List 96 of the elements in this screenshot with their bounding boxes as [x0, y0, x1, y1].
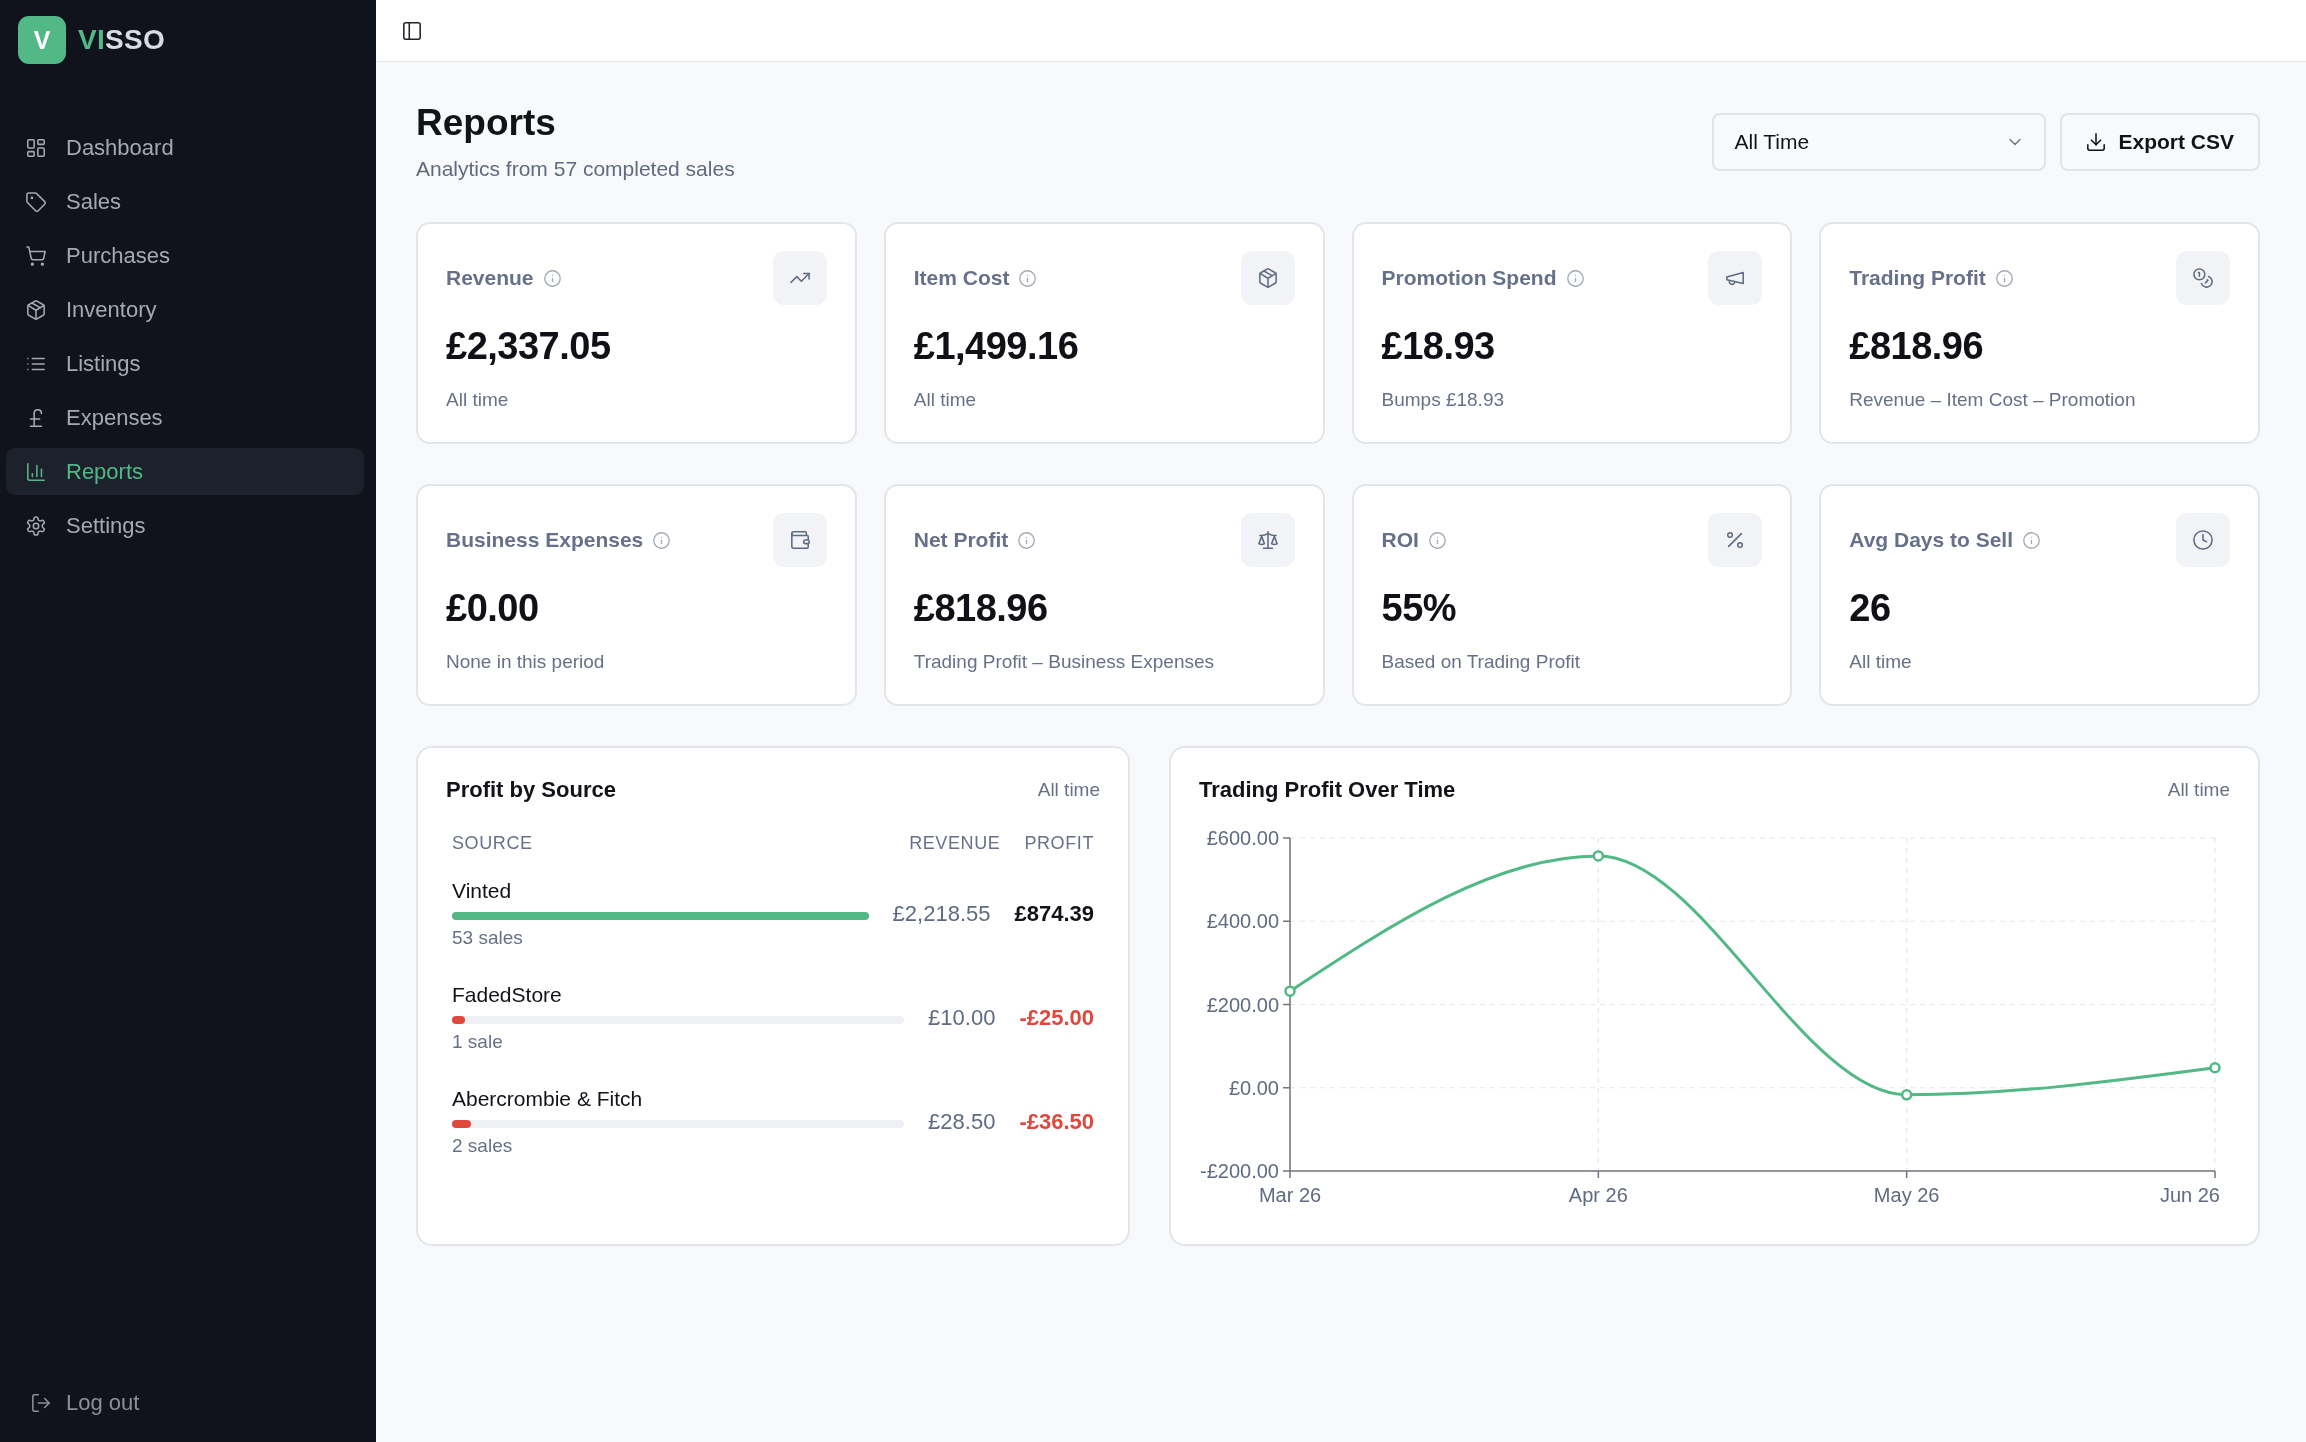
column-header: SOURCE	[452, 832, 534, 855]
stat-label: Net Profit	[913, 528, 1009, 552]
stat-label: Trading Profit	[1849, 266, 1986, 290]
profit-value: £874.39	[1014, 901, 1094, 927]
stat-value: 55%	[1381, 586, 1458, 630]
bar-chart-icon	[26, 461, 46, 482]
nav-item[interactable]: Listings	[6, 340, 364, 387]
stat-label: Revenue	[446, 266, 534, 290]
info-icon[interactable]	[1019, 269, 1037, 287]
logo-mark: V	[18, 16, 66, 64]
settings-icon	[26, 515, 46, 536]
cart-icon	[26, 245, 46, 266]
grid-icon	[26, 137, 46, 158]
info-icon[interactable]	[1018, 531, 1036, 549]
period-select[interactable]: All Time	[1712, 113, 2047, 171]
nav-item[interactable]: Settings	[6, 502, 364, 549]
nav-item[interactable]: Dashboard	[6, 124, 364, 171]
box-icon	[26, 299, 46, 320]
info-icon[interactable]	[1995, 269, 2013, 287]
stat-label: Promotion Spend	[1381, 266, 1557, 290]
axis-label: Apr 26	[1568, 1184, 1628, 1206]
brand-name: VISSO	[78, 24, 166, 56]
axis-label: £200.00	[1206, 993, 1279, 1016]
axis-label: Mar 26	[1258, 1184, 1322, 1206]
stat-note: All time	[1849, 650, 1913, 674]
export-button[interactable]: Export CSV	[2060, 113, 2260, 171]
stat-label: ROI	[1381, 528, 1419, 552]
panel-period: All time	[2167, 779, 2230, 801]
profit-value: -£25.00	[1019, 1005, 1094, 1031]
stat-value: £2,337.05	[446, 324, 612, 368]
sales-count: 1 sale	[452, 1030, 504, 1054]
data-point	[1284, 985, 1296, 997]
panel-title: Trading Profit Over Time	[1199, 777, 1456, 803]
stat-note: Bumps £18.93	[1381, 388, 1506, 412]
stat-note: Based on Trading Profit	[1381, 650, 1582, 674]
sales-count: 53 sales	[452, 926, 524, 950]
page-subtitle: Analytics from 57 completed sales	[416, 156, 735, 182]
box-icon	[1240, 251, 1295, 305]
info-icon[interactable]	[653, 531, 671, 549]
info-icon[interactable]	[543, 269, 561, 287]
source-name: FadedStore	[452, 982, 563, 1008]
stat-value: £818.96	[1849, 324, 1985, 368]
stat-value: £818.96	[913, 586, 1049, 630]
coins-icon	[2176, 251, 2230, 305]
nav-item[interactable]: Purchases	[6, 232, 364, 279]
stat-value: £18.93	[1381, 324, 1496, 368]
data-point	[1592, 850, 1605, 862]
stat-value: £0.00	[446, 586, 540, 630]
panel-period: All time	[1037, 779, 1100, 801]
revenue-value: £2,218.55	[892, 901, 991, 927]
panel-icon[interactable]	[402, 20, 422, 41]
info-icon[interactable]	[2023, 531, 2041, 549]
column-header: REVENUE	[909, 832, 1001, 855]
stat-note: Trading Profit – Business Expenses	[913, 650, 1216, 674]
logout-icon	[31, 1392, 51, 1413]
stat-label: Business Expenses	[446, 528, 644, 552]
stat-note: All time	[913, 388, 978, 412]
axis-label: May 26	[1873, 1184, 1940, 1206]
revenue-value: £28.50	[928, 1109, 996, 1135]
stat-note: Revenue – Item Cost – Promotion	[1849, 388, 2137, 412]
download-icon	[2086, 132, 2107, 152]
stat-note: None in this period	[446, 650, 606, 674]
info-icon[interactable]	[1566, 269, 1584, 287]
nav-item[interactable]: Expenses	[6, 394, 364, 441]
stat-note: All time	[446, 388, 510, 412]
stat-value: £1,499.16	[913, 324, 1080, 368]
wallet-icon	[772, 513, 827, 567]
panel-title: Profit by Source	[446, 777, 616, 803]
data-point	[2209, 1062, 2221, 1074]
data-point	[1900, 1089, 1913, 1101]
profit-value: -£36.50	[1019, 1109, 1094, 1135]
source-name: Vinted	[452, 878, 513, 904]
scale-icon	[1240, 513, 1295, 567]
axis-label: £600.00	[1206, 827, 1279, 849]
sales-count: 2 sales	[452, 1134, 514, 1158]
nav-item[interactable]: Inventory	[6, 286, 364, 333]
nav-item[interactable]: Sales	[6, 178, 364, 225]
axis-label: £400.00	[1206, 910, 1279, 933]
percent-icon	[1708, 513, 1763, 567]
stat-label: Avg Days to Sell	[1849, 528, 2014, 552]
axis-label: Jun 26	[2159, 1184, 2220, 1206]
info-icon[interactable]	[1428, 531, 1446, 549]
revenue-value: £10.00	[928, 1005, 996, 1031]
page-title: Reports	[416, 101, 557, 145]
megaphone-icon	[1708, 251, 1763, 305]
axis-label: £0.00	[1228, 1076, 1279, 1099]
logout-link[interactable]: Log out	[6, 1379, 364, 1426]
column-header: PROFIT	[1024, 832, 1094, 855]
clock-icon	[2176, 513, 2230, 567]
trend-up-icon	[772, 251, 827, 305]
axis-label: -£200.00	[1200, 1160, 1279, 1182]
tag-icon	[26, 191, 46, 212]
stat-label: Item Cost	[913, 266, 1010, 290]
stat-value: 26	[1849, 586, 1892, 630]
nav-item[interactable]: Reports	[6, 448, 364, 495]
source-name: Abercrombie & Fitch	[452, 1086, 644, 1112]
